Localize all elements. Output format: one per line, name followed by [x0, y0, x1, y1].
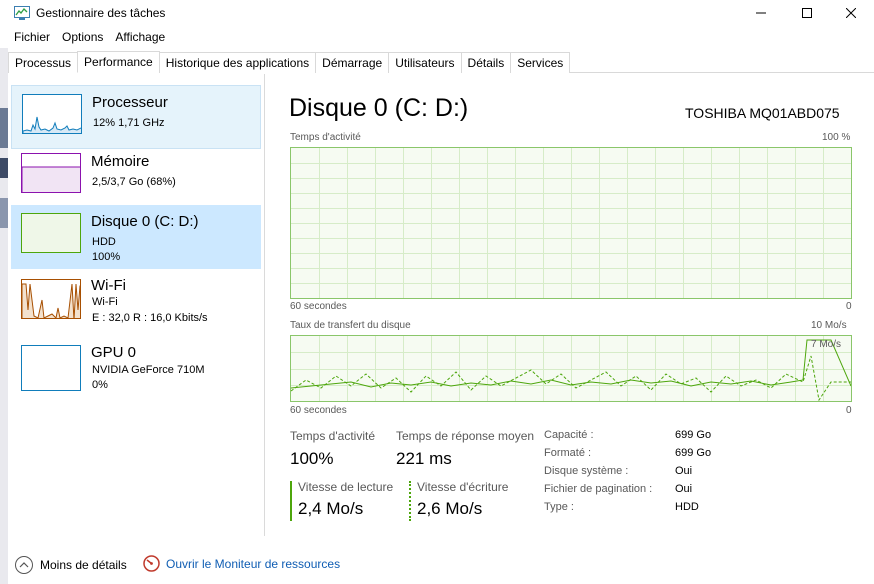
- activity-chart-grid: [291, 148, 851, 298]
- close-icon: [846, 8, 856, 18]
- gpu-thumbnail-graph: [21, 345, 81, 391]
- transfer-chart-min: 0: [846, 405, 852, 416]
- tab-startup[interactable]: Démarrage: [315, 52, 390, 73]
- resource-name: Mémoire: [91, 153, 150, 170]
- read-speed-value: 2,4 Mo/s: [298, 499, 364, 518]
- minimize-button[interactable]: [738, 0, 784, 26]
- transfer-chart-max: 10 Mo/s: [811, 320, 847, 331]
- resource-name: GPU 0: [91, 344, 137, 361]
- maximize-button[interactable]: [784, 0, 830, 26]
- resource-item-wifi[interactable]: Wi-Fi Wi-Fi E : 32,0 R : 16,0 Kbits/s: [11, 271, 261, 335]
- fewer-details-button[interactable]: Moins de détails: [14, 555, 127, 575]
- task-manager-icon: [14, 5, 30, 21]
- disk-thumbnail-graph: [21, 213, 81, 253]
- response-time-label: Temps de réponse moyen: [396, 429, 535, 443]
- transfer-chart-grid: [291, 336, 851, 401]
- cpu-thumbnail-graph: [22, 94, 82, 134]
- maximize-icon: [802, 8, 812, 18]
- write-speed-label: Vitesse d'écriture: [417, 480, 509, 494]
- resource-detail: Wi-Fi: [92, 296, 118, 308]
- tab-users[interactable]: Utilisateurs: [388, 52, 462, 73]
- wifi-thumbnail-graph: [21, 279, 81, 319]
- read-speed-legend: [290, 481, 292, 521]
- tab-performance[interactable]: Performance: [77, 51, 160, 73]
- fewer-details-label: Moins de détails: [40, 558, 127, 572]
- menu-file[interactable]: Fichier: [8, 27, 56, 47]
- background-window-edge: [0, 48, 8, 584]
- footer: Moins de détails Ouvrir le Moniteur de r…: [0, 548, 874, 584]
- window-title: Gestionnaire des tâches: [36, 6, 166, 20]
- activity-chart-label: Temps d'activité: [290, 132, 361, 143]
- close-button[interactable]: [828, 0, 874, 26]
- write-speed-value: 2,6 Mo/s: [417, 499, 483, 518]
- property-label-system-disk: Disque système :: [544, 465, 629, 477]
- memory-thumbnail-graph: [21, 153, 81, 193]
- menu-view[interactable]: Affichage: [109, 27, 171, 47]
- disk-model: TOSHIBA MQ01ABD075: [685, 105, 840, 121]
- open-resource-monitor-link[interactable]: Ouvrir le Moniteur de ressources: [143, 555, 340, 572]
- resource-name: Disque 0 (C: D:): [91, 213, 199, 230]
- property-label-type: Type :: [544, 501, 574, 513]
- resource-name: Processeur: [92, 94, 168, 111]
- resource-list: Processeur 12% 1,71 GHz Mémoire 2,5/3,7 …: [8, 78, 264, 538]
- tab-app-history[interactable]: Historique des applications: [158, 52, 317, 73]
- pane-divider[interactable]: [264, 74, 265, 536]
- activity-chart-min: 0: [846, 301, 852, 312]
- title-bar: Gestionnaire des tâches: [0, 0, 874, 26]
- page-title: Disque 0 (C: D:): [289, 94, 469, 122]
- menu-options[interactable]: Options: [56, 27, 109, 47]
- resource-detail: 2,5/3,7 Go (68%): [92, 176, 176, 188]
- property-value-formatted: 699 Go: [675, 447, 712, 459]
- activity-chart-time-label: 60 secondes: [290, 301, 347, 312]
- resource-detail: 12% 1,71 GHz: [93, 117, 165, 129]
- property-value-capacity: 699 Go: [675, 429, 712, 441]
- read-speed-label: Vitesse de lecture: [298, 480, 394, 494]
- property-label-capacity: Capacité :: [544, 429, 594, 441]
- active-time-value: 100%: [290, 449, 334, 468]
- resource-detail: HDD: [92, 236, 116, 248]
- property-value-page-file: Oui: [675, 483, 693, 495]
- resource-item-memory[interactable]: Mémoire 2,5/3,7 Go (68%): [11, 145, 261, 209]
- response-time-value: 221 ms: [396, 449, 452, 468]
- resource-monitor-icon: [143, 555, 160, 572]
- chevron-up-circle-icon: [15, 556, 33, 574]
- tab-processes[interactable]: Processus: [8, 52, 79, 73]
- resource-detail: NVIDIA GeForce 710M: [92, 364, 205, 376]
- resource-usage: 100%: [92, 251, 121, 263]
- transfer-rate-chart: [290, 335, 852, 402]
- transfer-chart-label: Taux de transfert du disque: [290, 320, 411, 331]
- resource-usage: 0%: [92, 379, 108, 391]
- property-label-formatted: Formaté :: [544, 447, 592, 459]
- minimize-icon: [756, 12, 766, 14]
- property-label-page-file: Fichier de pagination :: [544, 483, 653, 495]
- transfer-chart-time-label: 60 secondes: [290, 405, 347, 416]
- resource-name: Wi-Fi: [91, 277, 126, 294]
- tab-services[interactable]: Services: [510, 52, 571, 73]
- resource-item-gpu[interactable]: GPU 0 NVIDIA GeForce 710M 0%: [11, 337, 261, 401]
- activity-time-chart: [290, 147, 852, 299]
- transfer-secondary-max: 7 Mo/s: [811, 339, 842, 350]
- active-time-label: Temps d'activité: [290, 429, 375, 443]
- resource-throughput: E : 32,0 R : 16,0 Kbits/s: [92, 312, 208, 324]
- write-speed-legend: [409, 481, 411, 521]
- resource-item-disk[interactable]: Disque 0 (C: D:) HDD 100%: [11, 205, 261, 269]
- tab-bar: Processus Performance Historique des app…: [8, 51, 874, 73]
- activity-chart-max: 100 %: [822, 132, 851, 143]
- property-value-type: HDD: [675, 501, 699, 513]
- menu-bar: Fichier Options Affichage: [8, 27, 171, 47]
- resource-monitor-label: Ouvrir le Moniteur de ressources: [166, 556, 341, 571]
- tab-details[interactable]: Détails: [460, 52, 512, 73]
- resource-item-cpu[interactable]: Processeur 12% 1,71 GHz: [11, 85, 261, 149]
- property-value-system-disk: Oui: [675, 465, 693, 477]
